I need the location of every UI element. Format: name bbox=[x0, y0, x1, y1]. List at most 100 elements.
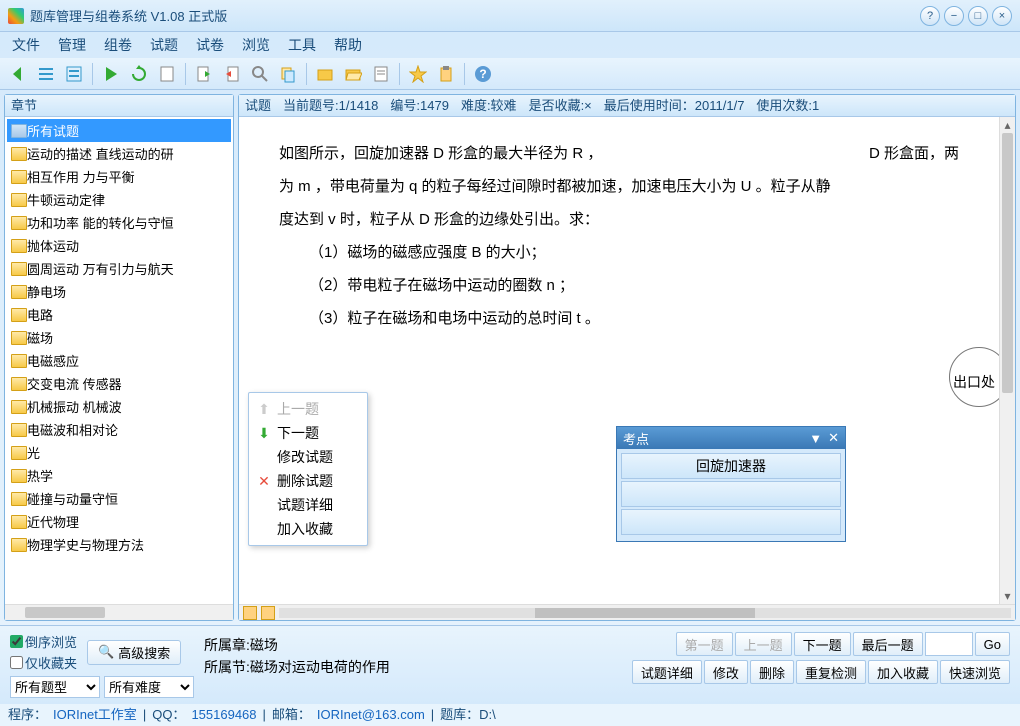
info-current: 当前题号:1/1418 bbox=[283, 95, 378, 116]
tree-item[interactable]: 交变电流 传感器 bbox=[7, 372, 231, 395]
quick-browse-button[interactable]: 快速浏览 bbox=[940, 660, 1010, 684]
doc-icon[interactable] bbox=[155, 62, 179, 86]
delete-icon: ✕ bbox=[257, 473, 271, 490]
favorites-only-checkbox[interactable]: 仅收藏夹 bbox=[10, 653, 77, 672]
edit-button[interactable]: 修改 bbox=[704, 660, 748, 684]
scroll-thumb[interactable] bbox=[1002, 133, 1013, 393]
info-use-count: 使用次数:1 bbox=[756, 95, 819, 116]
tree-item[interactable]: 电磁波和相对论 bbox=[7, 418, 231, 441]
copy-icon[interactable] bbox=[276, 62, 300, 86]
doc-in-icon[interactable] bbox=[192, 62, 216, 86]
ctx-prev[interactable]: ⬆上一题 bbox=[251, 397, 365, 421]
tree-item[interactable]: 牛顿运动定律 bbox=[7, 188, 231, 211]
tree-item[interactable]: 所有试题 bbox=[7, 119, 231, 142]
titlebar: 题库管理与组卷系统 V1.08 正式版 ? − □ × bbox=[0, 0, 1020, 32]
bottom-bar: 倒序浏览 仅收藏夹 🔍 高级搜索 所有题型 所有难度 所属章:磁场 所属节:磁场… bbox=[0, 625, 1020, 704]
email-link[interactable]: IORInet@163.com bbox=[317, 704, 425, 726]
author-link[interactable]: IORInet工作室 bbox=[53, 704, 137, 726]
last-button[interactable]: 最后一题 bbox=[853, 632, 923, 656]
menu-paper[interactable]: 试卷 bbox=[196, 35, 224, 55]
go-button[interactable]: Go bbox=[975, 632, 1010, 656]
doc-vscroll[interactable]: ▴ ▾ bbox=[999, 117, 1015, 604]
menu-file[interactable]: 文件 bbox=[12, 35, 40, 55]
clipboard-icon[interactable] bbox=[434, 62, 458, 86]
tree-item[interactable]: 磁场 bbox=[7, 326, 231, 349]
qq-link[interactable]: 155169468 bbox=[191, 704, 256, 726]
info-last-used: 最后使用时间：2011/1/7 bbox=[604, 95, 745, 116]
menu-help[interactable]: 帮助 bbox=[334, 35, 362, 55]
tree-item[interactable]: 电磁感应 bbox=[7, 349, 231, 372]
list1-icon[interactable] bbox=[34, 62, 58, 86]
scroll-up-icon[interactable]: ▴ bbox=[1000, 117, 1015, 133]
collapse-icon[interactable]: ▼ bbox=[809, 431, 822, 446]
doc-out-icon[interactable] bbox=[220, 62, 244, 86]
info-difficulty: 难度:较难 bbox=[461, 95, 517, 116]
scroll-down-icon[interactable]: ▾ bbox=[1000, 588, 1015, 604]
next-button[interactable]: 下一题 bbox=[794, 632, 851, 656]
info-head: 试题 bbox=[245, 95, 271, 116]
help-icon[interactable]: ? bbox=[471, 62, 495, 86]
first-button[interactable]: 第一题 bbox=[676, 632, 733, 656]
tree-item[interactable]: 功和功率 能的转化与守恒 bbox=[7, 211, 231, 234]
hscroll-btn1[interactable] bbox=[243, 606, 257, 620]
reverse-browse-checkbox[interactable]: 倒序浏览 bbox=[10, 632, 77, 651]
menu-browse[interactable]: 浏览 bbox=[242, 35, 270, 55]
detail-button[interactable]: 试题详细 bbox=[632, 660, 702, 684]
tree-item[interactable]: 电路 bbox=[7, 303, 231, 326]
chapter-tree[interactable]: 所有试题运动的描述 直线运动的研相互作用 力与平衡牛顿运动定律功和功率 能的转化… bbox=[5, 117, 233, 604]
hscroll-btn2[interactable] bbox=[261, 606, 275, 620]
minimize-button[interactable]: − bbox=[944, 6, 964, 26]
folder-icon[interactable] bbox=[313, 62, 337, 86]
add-favorite-button[interactable]: 加入收藏 bbox=[868, 660, 938, 684]
ctx-favorite[interactable]: 加入收藏 bbox=[251, 517, 365, 541]
tree-item[interactable]: 光 bbox=[7, 441, 231, 464]
menu-manage[interactable]: 管理 bbox=[58, 35, 86, 55]
difficulty-select[interactable]: 所有难度 bbox=[104, 676, 194, 698]
menubar: 文件 管理 组卷 试题 试卷 浏览 工具 帮助 bbox=[0, 32, 1020, 58]
folder-open-icon[interactable] bbox=[341, 62, 365, 86]
question-type-select[interactable]: 所有题型 bbox=[10, 676, 100, 698]
maximize-button[interactable]: □ bbox=[968, 6, 988, 26]
menu-compose[interactable]: 组卷 bbox=[104, 35, 132, 55]
advanced-search-button[interactable]: 🔍 高级搜索 bbox=[87, 640, 181, 665]
tree-item[interactable]: 相互作用 力与平衡 bbox=[7, 165, 231, 188]
knowledge-point-empty bbox=[621, 481, 841, 507]
sidebar-hscroll[interactable] bbox=[5, 604, 233, 620]
doc-hscroll[interactable] bbox=[239, 604, 1015, 620]
ctx-next[interactable]: ⬇下一题 bbox=[251, 421, 365, 445]
doc-list-icon[interactable] bbox=[369, 62, 393, 86]
tree-item[interactable]: 物理学史与物理方法 bbox=[7, 533, 231, 556]
goto-input[interactable] bbox=[925, 632, 973, 656]
tree-item[interactable]: 运动的描述 直线运动的研 bbox=[7, 142, 231, 165]
tree-item[interactable]: 热学 bbox=[7, 464, 231, 487]
tree-item[interactable]: 碰撞与动量守恒 bbox=[7, 487, 231, 510]
play-icon[interactable] bbox=[99, 62, 123, 86]
window-title: 题库管理与组卷系统 V1.08 正式版 bbox=[30, 6, 916, 25]
refresh-icon[interactable] bbox=[127, 62, 151, 86]
star-icon[interactable] bbox=[406, 62, 430, 86]
ctx-edit[interactable]: 修改试题 bbox=[251, 445, 365, 469]
ctx-detail[interactable]: 试题详细 bbox=[251, 493, 365, 517]
list2-icon[interactable] bbox=[62, 62, 86, 86]
help-button[interactable]: ? bbox=[920, 6, 940, 26]
menu-question[interactable]: 试题 bbox=[150, 35, 178, 55]
search-icon[interactable] bbox=[248, 62, 272, 86]
back-icon[interactable] bbox=[6, 62, 30, 86]
tree-item[interactable]: 近代物理 bbox=[7, 510, 231, 533]
knowledge-point-item[interactable]: 回旋加速器 bbox=[621, 453, 841, 479]
toolbar: ? bbox=[0, 58, 1020, 90]
question-info-bar: 试题 当前题号:1/1418 编号:1479 难度:较难 是否收藏:× 最后使用… bbox=[239, 95, 1015, 117]
context-menu: ⬆上一题 ⬇下一题 修改试题 ✕删除试题 试题详细 加入收藏 bbox=[248, 392, 368, 546]
tree-item[interactable]: 静电场 bbox=[7, 280, 231, 303]
knowledge-point-panel[interactable]: 考点 ▼ ✕ 回旋加速器 bbox=[616, 426, 846, 542]
delete-button[interactable]: 删除 bbox=[750, 660, 794, 684]
tree-item[interactable]: 圆周运动 万有引力与航天 bbox=[7, 257, 231, 280]
tree-item[interactable]: 抛体运动 bbox=[7, 234, 231, 257]
close-button[interactable]: × bbox=[992, 6, 1012, 26]
prev-button[interactable]: 上一题 bbox=[735, 632, 792, 656]
duplicate-check-button[interactable]: 重复检测 bbox=[796, 660, 866, 684]
ctx-delete[interactable]: ✕删除试题 bbox=[251, 469, 365, 493]
menu-tools[interactable]: 工具 bbox=[288, 35, 316, 55]
float-close-icon[interactable]: ✕ bbox=[828, 430, 839, 446]
tree-item[interactable]: 机械振动 机械波 bbox=[7, 395, 231, 418]
